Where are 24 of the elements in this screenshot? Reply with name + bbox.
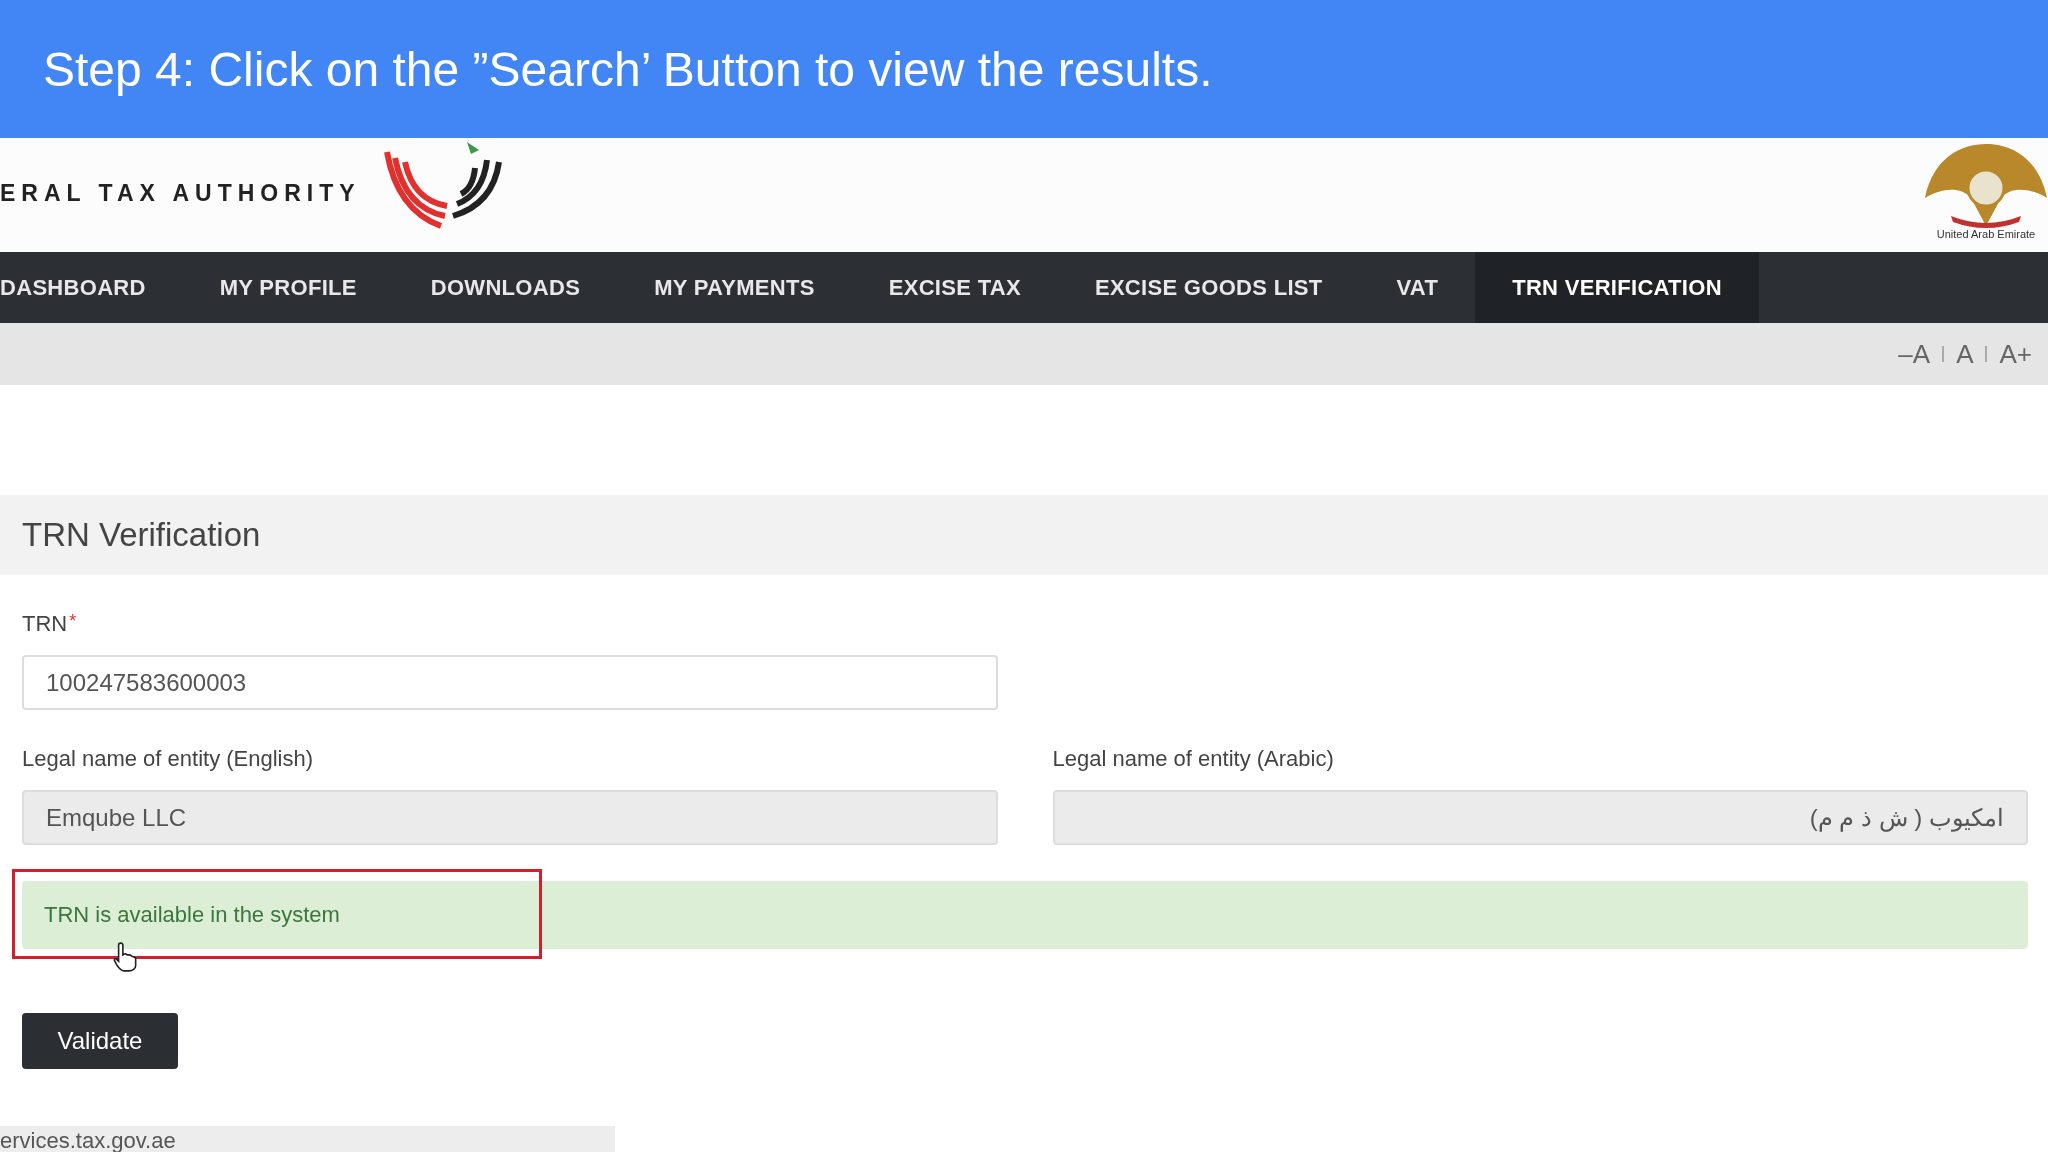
nav-item[interactable]: DOWNLOADS <box>393 252 618 323</box>
field-label: Legal name of entity (Arabic) <box>1052 746 1334 772</box>
nav-item[interactable]: EXCISE GOODS LIST <box>1057 252 1360 323</box>
caption-text: Step 4: Click on the ”Search’ Button to view the results. <box>43 41 1213 97</box>
font-size-link[interactable]: –A <box>1898 338 1931 370</box>
nav-item[interactable]: VAT <box>1359 252 1476 323</box>
font-size-link[interactable]: A+ <box>1999 338 2032 370</box>
nav-item[interactable]: MY PAYMENTS <box>617 252 852 323</box>
validate-button[interactable]: Validate <box>22 1013 178 1069</box>
alert-text: TRN is available in the system <box>44 902 340 928</box>
emblem-caption: United Arab Emirate <box>1936 228 2036 240</box>
footer-link[interactable]: ervices.tax.gov.ae <box>0 1130 176 1152</box>
required-mark: * <box>69 611 77 633</box>
font-size-link[interactable]: A <box>1956 338 1974 370</box>
section-title: TRN Verification <box>22 516 261 554</box>
nav-item[interactable]: DASHBOARD <box>0 252 183 323</box>
nav-item[interactable]: MY PROFILE <box>182 252 394 323</box>
hand-cursor-icon <box>112 941 138 973</box>
nav-item[interactable]: EXCISE TAX <box>851 252 1058 323</box>
field-label: TRN <box>22 611 68 637</box>
input-field[interactable]: 100247583600003 <box>22 655 998 710</box>
nav-item[interactable]: TRN VERIFICATION <box>1475 252 1759 323</box>
authority-name: ERAL TAX AUTHORITY <box>0 180 361 207</box>
field-label: Legal name of entity (English) <box>22 746 314 772</box>
